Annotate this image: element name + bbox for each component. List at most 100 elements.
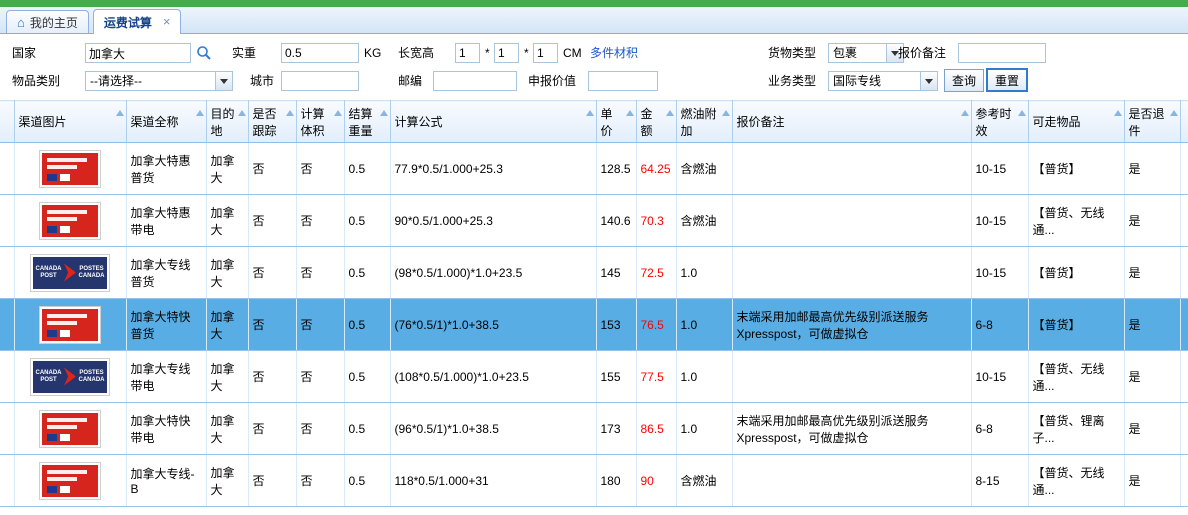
actual-weight-input[interactable]: [281, 43, 359, 63]
cell-unit_price: 128.5: [596, 143, 636, 195]
column-header-items[interactable]: 可走物品: [1028, 101, 1124, 143]
column-header-name[interactable]: 渠道全称: [126, 101, 206, 143]
column-header-returnable[interactable]: 是否退件: [1124, 101, 1180, 143]
cell-tracked: 否: [248, 455, 296, 507]
cell-formula: 118*0.5/1.000+31: [390, 455, 596, 507]
country-input[interactable]: [85, 43, 191, 63]
row-select-strip: [0, 143, 14, 195]
cell-remark: [732, 143, 971, 195]
reset-button[interactable]: 重置: [986, 68, 1028, 92]
cell-name: 加拿大特快普货: [126, 299, 206, 351]
cell-name: 加拿大特惠带电: [126, 195, 206, 247]
cell-fuel: 含燃油: [676, 195, 732, 247]
canada-post-red-logo: [39, 202, 101, 240]
query-button[interactable]: 查询: [944, 69, 984, 92]
quote-remark-input[interactable]: [958, 43, 1046, 63]
cell-remark: 末端采用加邮最高优先级别派送服务Xpresspost，可做虚拟仓: [732, 403, 971, 455]
cell-volume: 否: [296, 143, 344, 195]
clipped-cell: [1180, 351, 1188, 403]
canada-post-red-logo: [39, 150, 101, 188]
column-header-unit-price[interactable]: 单价: [596, 101, 636, 143]
sort-icon: [1114, 110, 1122, 116]
cell-image: [14, 195, 126, 247]
cell-time: 10-15: [971, 351, 1028, 403]
cell-tracked: 否: [248, 247, 296, 299]
cell-tracked: 否: [248, 299, 296, 351]
column-header-volume[interactable]: 计算体积: [296, 101, 344, 143]
column-header-time[interactable]: 参考时效: [971, 101, 1028, 143]
cell-returnable: 是: [1124, 455, 1180, 507]
actual-weight-label: 实重: [232, 43, 256, 63]
sort-icon: [722, 110, 730, 116]
length-input[interactable]: [455, 43, 480, 63]
postcode-input[interactable]: [433, 71, 517, 91]
cell-formula: (108*0.5/1.000)*1.0+23.5: [390, 351, 596, 403]
sort-icon: [961, 110, 969, 116]
multi-piece-volume-link[interactable]: 多件材积: [590, 43, 638, 63]
cell-tracked: 否: [248, 195, 296, 247]
column-header-dest[interactable]: 目的地: [206, 101, 248, 143]
column-header-image[interactable]: 渠道图片: [14, 101, 126, 143]
tab-my-homepage[interactable]: ⌂ 我的主页: [6, 10, 89, 33]
cell-items: 【普货、无线通...: [1028, 351, 1124, 403]
cell-amount: 76.5: [636, 299, 676, 351]
cell-formula: (76*0.5/1)*1.0+38.5: [390, 299, 596, 351]
country-label: 国家: [12, 43, 36, 63]
city-input[interactable]: [281, 71, 359, 91]
tab-bar: ⌂ 我的主页 运费试算 ×: [0, 7, 1188, 34]
city-label: 城市: [250, 71, 274, 91]
cell-amount: 90: [636, 455, 676, 507]
dimension-separator: *: [485, 43, 490, 63]
close-icon[interactable]: ×: [163, 16, 171, 28]
canada-post-red-logo: [39, 306, 101, 344]
width-input[interactable]: [494, 43, 519, 63]
table-header-row: 渠道图片 渠道全称 目的地 是否跟踪 计算体积 结算重量 计算公式 单价 金额 …: [0, 101, 1188, 143]
row-select-strip: [0, 403, 14, 455]
table-row[interactable]: 加拿大特快带电加拿大否否0.5(96*0.5/1)*1.0+38.517386.…: [0, 403, 1188, 455]
clipped-cell: [1180, 143, 1188, 195]
sort-icon: [586, 110, 594, 116]
tab-label: 运费试算: [104, 14, 152, 31]
column-header-formula[interactable]: 计算公式: [390, 101, 596, 143]
canada-post-navy-logo: CANADA POSTPOSTES CANADA: [30, 358, 110, 396]
table-row[interactable]: 加拿大特惠带电加拿大否否0.590*0.5/1.000+25.3140.670.…: [0, 195, 1188, 247]
sort-icon: [666, 110, 674, 116]
table-row[interactable]: CANADA POSTPOSTES CANADA加拿大专线普货加拿大否否0.5(…: [0, 247, 1188, 299]
freight-results-table: 渠道图片 渠道全称 目的地 是否跟踪 计算体积 结算重量 计算公式 单价 金额 …: [0, 100, 1188, 507]
cell-unit_price: 173: [596, 403, 636, 455]
table-row[interactable]: CANADA POSTPOSTES CANADA加拿大专线带电加拿大否否0.5(…: [0, 351, 1188, 403]
dropdown-arrow-icon[interactable]: [920, 72, 937, 90]
cell-unit_price: 155: [596, 351, 636, 403]
freight-calculator-page: ⌂ 我的主页 运费试算 × 国家 实重 KG 长宽高 * * CM 多件材积 货…: [0, 0, 1188, 515]
column-header-tracked[interactable]: 是否跟踪: [248, 101, 296, 143]
cell-returnable: 是: [1124, 403, 1180, 455]
table-row[interactable]: 加拿大特惠普货加拿大否否0.577.9*0.5/1.000+25.3128.56…: [0, 143, 1188, 195]
search-icon[interactable]: [196, 45, 212, 61]
cell-name: 加拿大特快带电: [126, 403, 206, 455]
declared-value-input[interactable]: [588, 71, 658, 91]
column-header-fuel[interactable]: 燃油附加: [676, 101, 732, 143]
quote-remark-label: 报价备注: [898, 43, 946, 63]
dimension-separator: *: [524, 43, 529, 63]
cell-fuel: 1.0: [676, 299, 732, 351]
height-input[interactable]: [533, 43, 558, 63]
column-header-weight[interactable]: 结算重量: [344, 101, 390, 143]
cell-time: 10-15: [971, 247, 1028, 299]
column-header-amount[interactable]: 金额: [636, 101, 676, 143]
tab-freight-calculation[interactable]: 运费试算 ×: [93, 9, 182, 34]
column-header-remark[interactable]: 报价备注: [732, 101, 971, 143]
clipped-cell: [1180, 195, 1188, 247]
clipped-cell: [1180, 299, 1188, 351]
table-row[interactable]: 加拿大专线-B加拿大否否0.5118*0.5/1.000+3118090含燃油8…: [0, 455, 1188, 507]
sort-icon: [626, 110, 634, 116]
business-type-value: 国际专线: [829, 72, 920, 90]
cell-items: 【普货】: [1028, 247, 1124, 299]
cargo-type-select[interactable]: 包裹: [828, 43, 904, 63]
cell-time: 8-15: [971, 455, 1028, 507]
sort-icon: [238, 110, 246, 116]
table-row[interactable]: 加拿大特快普货加拿大否否0.5(76*0.5/1)*1.0+38.515376.…: [0, 299, 1188, 351]
item-category-select[interactable]: --请选择--: [85, 71, 233, 91]
clipped-cell: [1180, 403, 1188, 455]
business-type-select[interactable]: 国际专线: [828, 71, 938, 91]
dropdown-arrow-icon[interactable]: [215, 72, 232, 90]
